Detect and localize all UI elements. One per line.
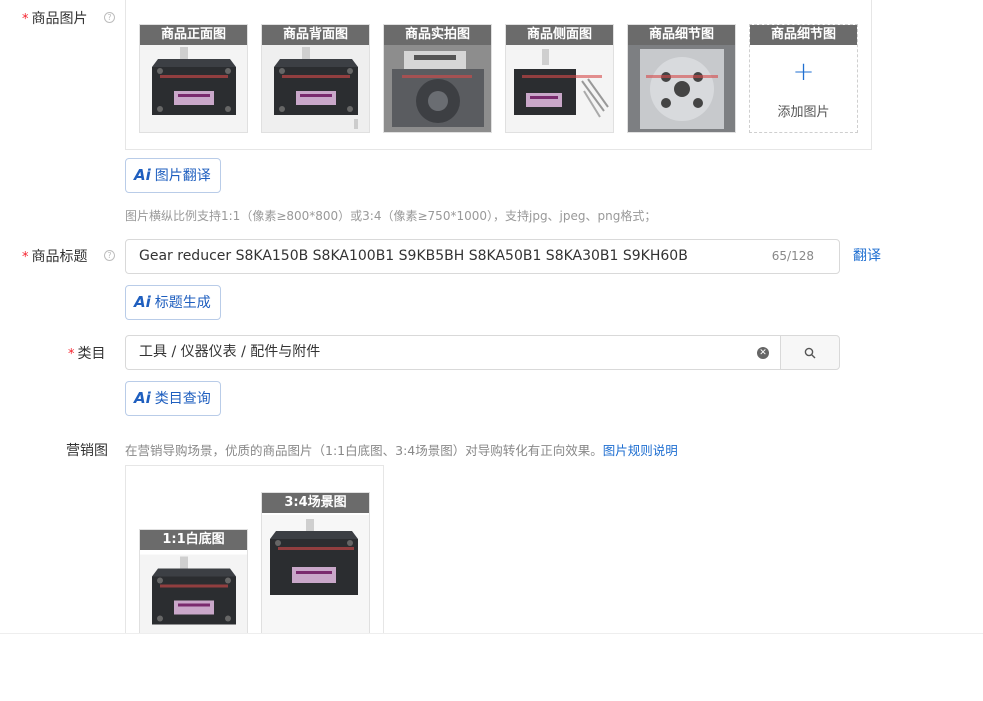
title-label: * 商品标题	[22, 249, 88, 265]
title-input[interactable]: Gear reducer S8KA150B S8KA100B1 S9KB5BH …	[125, 239, 840, 274]
marketing-label: 营销图	[66, 443, 108, 459]
product-image-gallery: 商品正面图 商品背面图 商品实拍图 商品侧面图 商品细节图 商品细节图 + 添加…	[125, 0, 872, 150]
marketing-slot-scene[interactable]: 3:4场景图	[261, 492, 370, 647]
image-slot-caption: 商品背面图	[262, 25, 369, 45]
category-select[interactable]: 工具 / 仪器仪表 / 配件与附件 ✕	[125, 335, 781, 370]
image-slot-caption: 3:4场景图	[262, 493, 369, 513]
ai-icon: Ai	[134, 166, 151, 184]
plus-icon: +	[792, 57, 815, 87]
ai-title-generate-button[interactable]: Ai 标题生成	[125, 285, 221, 320]
gear-motor-photo	[628, 45, 735, 132]
category-search-button[interactable]	[780, 335, 840, 370]
gear-motor-photo	[262, 515, 369, 645]
required-mark: *	[22, 250, 29, 265]
help-icon[interactable]: ?	[104, 250, 115, 261]
translate-link[interactable]: 翻译	[853, 245, 881, 265]
clear-icon[interactable]: ✕	[757, 347, 769, 359]
marketing-slot-white-bg[interactable]: 1:1白底图	[139, 529, 248, 647]
required-mark: *	[68, 347, 75, 362]
image-slot-caption: 商品细节图	[750, 25, 857, 45]
image-slot-front[interactable]: 商品正面图	[139, 24, 248, 133]
image-slot-caption: 商品细节图	[628, 25, 735, 45]
title-char-counter: 65/128	[771, 249, 814, 263]
product-images-label: * 商品图片	[22, 11, 88, 27]
image-slot-caption: 商品正面图	[140, 25, 247, 45]
image-rules-link[interactable]: 图片规则说明	[603, 443, 678, 458]
category-value: 工具 / 仪器仪表 / 配件与附件	[139, 344, 321, 360]
marketing-image-panel: 1:1白底图 3:4场景图	[125, 465, 384, 647]
ai-category-query-button[interactable]: Ai 类目查询	[125, 381, 221, 416]
ai-image-translate-button[interactable]: Ai 图片翻译	[125, 158, 221, 193]
image-slot-side[interactable]: 商品侧面图	[505, 24, 614, 133]
add-image-label: 添加图片	[777, 105, 830, 120]
gear-motor-photo	[140, 45, 247, 132]
help-icon[interactable]: ?	[104, 12, 115, 23]
title-input-value: Gear reducer S8KA150B S8KA100B1 S9KB5BH …	[139, 248, 688, 264]
image-slot-caption: 1:1白底图	[140, 530, 247, 550]
ai-icon: Ai	[134, 293, 151, 311]
search-icon	[804, 347, 816, 359]
image-slot-caption: 商品侧面图	[506, 25, 613, 45]
gear-motor-photo	[262, 45, 369, 132]
gear-motor-photo	[506, 45, 613, 132]
required-mark: *	[22, 12, 29, 27]
image-slot-caption: 商品实拍图	[384, 25, 491, 45]
category-label: * 类目	[68, 346, 106, 362]
image-slot-real[interactable]: 商品实拍图	[383, 24, 492, 133]
image-slot-detail[interactable]: 商品细节图	[627, 24, 736, 133]
add-image-button[interactable]: 商品细节图 + 添加图片	[749, 24, 858, 133]
ai-icon: Ai	[134, 389, 151, 407]
image-format-hint: 图片横纵比例支持1:1（像素≥800*800）或3:4（像素≥750*1000）…	[125, 209, 657, 223]
gear-motor-photo	[384, 45, 491, 132]
marketing-hint: 在营销导购场景，优质的商品图片（1:1白底图、3:4场景图）对导购转化有正向效果…	[125, 443, 678, 458]
image-slot-back[interactable]: 商品背面图	[261, 24, 370, 133]
page-footer-blank	[0, 634, 983, 701]
